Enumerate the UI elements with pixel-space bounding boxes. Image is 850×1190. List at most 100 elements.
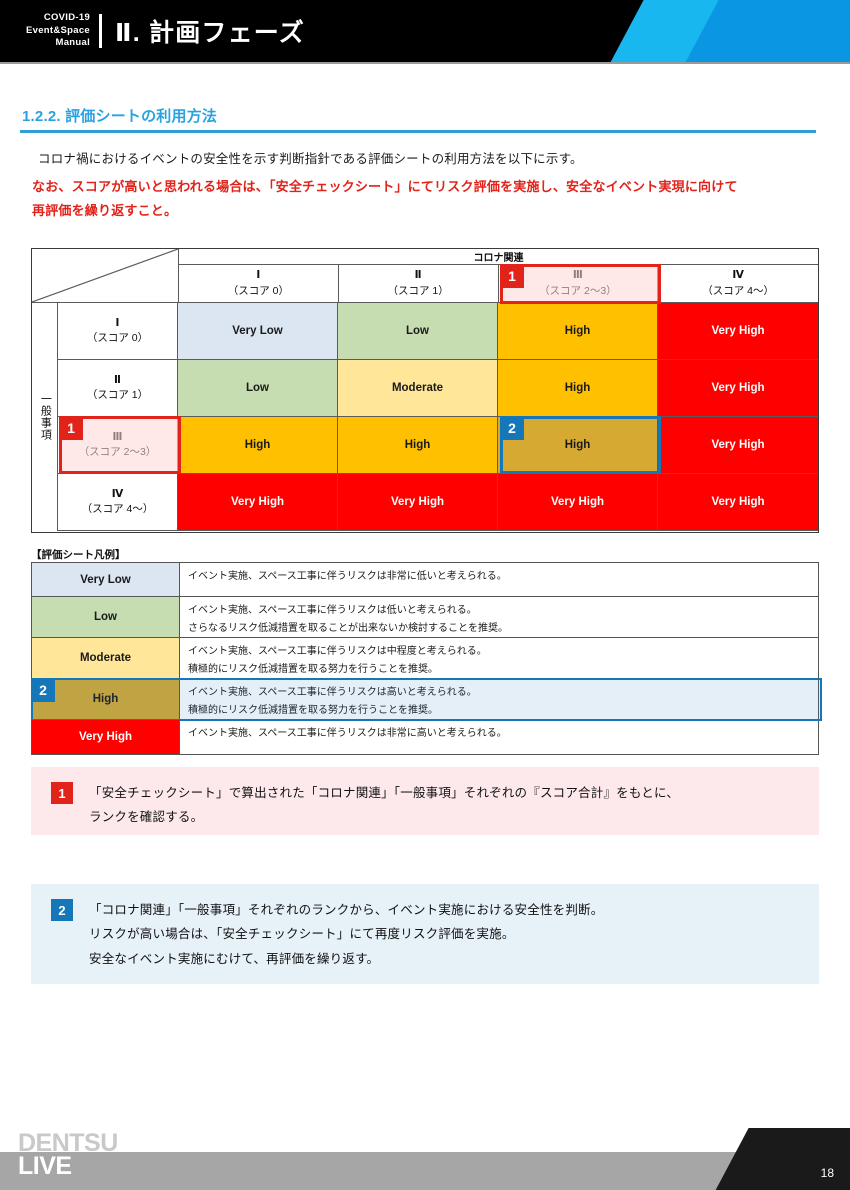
column-header-row: Ⅰ （スコア 0） Ⅱ （スコア 1） Ⅲ （スコア 2〜3） Ⅳ （スコア 4… bbox=[179, 265, 818, 303]
row-header-2: Ⅱ （スコア 1） bbox=[58, 360, 178, 417]
matrix-cell-r2c2: Moderate bbox=[338, 360, 498, 417]
section-underline bbox=[20, 130, 816, 133]
matrix-column-headers: コロナ関連 Ⅰ （スコア 0） Ⅱ （スコア 1） Ⅲ （スコア 2〜3） Ⅳ … bbox=[179, 249, 818, 303]
matrix-header-block: コロナ関連 Ⅰ （スコア 0） Ⅱ （スコア 1） Ⅲ （スコア 2〜3） Ⅳ … bbox=[32, 249, 818, 303]
matrix-cell-r1c3: High bbox=[498, 303, 658, 360]
warning-line-1: なお、スコアが高いと思われる場合は、「安全チェックシート」にてリスク評価を実施し… bbox=[32, 179, 738, 194]
legend-desc-high-line-1: イベント実施、スペース工事に伴うリスクは高いと考えられる。 bbox=[188, 687, 477, 698]
header-bottom-rule bbox=[0, 62, 850, 64]
legend-desc-very-high-line-1: イベント実施、スペース工事に伴うリスクは非常に高いと考えられる。 bbox=[188, 728, 507, 739]
legend-row-high: High イベント実施、スペース工事に伴うリスクは高いと考えられる。 積極的にリ… bbox=[30, 677, 822, 721]
matrix-cell-r1c1: Very Low bbox=[178, 303, 338, 360]
matrix-cell-r3c1: High bbox=[178, 417, 338, 474]
table-row: Ⅱ （スコア 1） Low Moderate High Very High bbox=[58, 360, 818, 417]
slide-page: COVID-19 Event&Space Manual Ⅱ. 計画フェーズ 1.… bbox=[0, 0, 850, 1190]
risk-matrix: コロナ関連 Ⅰ （スコア 0） Ⅱ （スコア 1） Ⅲ （スコア 2〜3） Ⅳ … bbox=[31, 248, 819, 533]
column-header-3-score: （スコア 2〜3） bbox=[539, 284, 617, 297]
table-row: Ⅲ （スコア 2〜3） High High High Very High bbox=[58, 417, 818, 474]
section-title: 1.2.2. 評価シートの利用方法 bbox=[22, 108, 218, 125]
matrix-cell-r2c3: High bbox=[498, 360, 658, 417]
diagonal-divider-icon bbox=[32, 249, 178, 302]
legend-label-very-low: Very Low bbox=[32, 563, 180, 596]
legend-label-very-high: Very High bbox=[32, 720, 180, 754]
callout-step-2: 2 「コロナ関連」「一般事項」それぞれのランクから、イベント実施における安全性を… bbox=[31, 884, 819, 984]
callout-2-line-1: 「コロナ関連」「一般事項」それぞれのランクから、イベント実施における安全性を判断… bbox=[89, 903, 604, 917]
page-header: COVID-19 Event&Space Manual Ⅱ. 計画フェーズ bbox=[0, 0, 850, 62]
manual-line-2: Event&Space bbox=[26, 24, 91, 36]
matrix-cell-r4c4: Very High bbox=[658, 474, 818, 531]
row-group-label-text: 一般事項 bbox=[39, 393, 52, 441]
column-header-4-roman: Ⅳ bbox=[732, 269, 744, 282]
legend-desc-very-low: イベント実施、スペース工事に伴うリスクは非常に低いと考えられる。 bbox=[180, 563, 818, 596]
logo-line-2: LIVE bbox=[18, 1152, 72, 1180]
callout-step-1: 1 「安全チェックシート」で算出された「コロナ関連」「一般事項」それぞれの『スコ… bbox=[31, 767, 819, 835]
callout-1-line-1: 「安全チェックシート」で算出された「コロナ関連」「一般事項」それぞれの『スコア合… bbox=[89, 786, 680, 800]
column-header-2-score: （スコア 1） bbox=[387, 284, 449, 297]
column-header-2-roman: Ⅱ bbox=[414, 269, 422, 282]
matrix-rows: Ⅰ （スコア 0） Very Low Low High Very High Ⅱ … bbox=[58, 303, 818, 531]
legend-row-moderate: Moderate イベント実施、スペース工事に伴うリスクは中程度と考えられる。 … bbox=[32, 638, 818, 679]
row-header-4: Ⅳ （スコア 4〜） bbox=[58, 474, 178, 531]
column-header-1: Ⅰ （スコア 0） bbox=[179, 265, 339, 303]
callout-1-text: 「安全チェックシート」で算出された「コロナ関連」「一般事項」それぞれの『スコア合… bbox=[89, 781, 680, 824]
callout-1-badge: 1 bbox=[51, 782, 73, 804]
table-row: Ⅳ （スコア 4〜） Very High Very High Very High… bbox=[58, 474, 818, 531]
column-header-4-score: （スコア 4〜） bbox=[702, 284, 774, 297]
matrix-cell-r3c2: High bbox=[338, 417, 498, 474]
callout-2-line-2: リスクが高い場合は、「安全チェックシート」にて再度リスク評価を実施。 bbox=[89, 927, 515, 942]
row-header-1: Ⅰ （スコア 0） bbox=[58, 303, 178, 360]
warning-paragraph: なお、スコアが高いと思われる場合は、「安全チェックシート」にてリスク評価を実施し… bbox=[32, 175, 738, 223]
column-group-label: コロナ関連 bbox=[179, 249, 818, 265]
badge-1-row: 1 bbox=[59, 416, 83, 440]
page-footer: DENTSU LIVE 18 bbox=[0, 1128, 850, 1190]
callout-2-badge: 2 bbox=[51, 899, 73, 921]
manual-line-3: Manual bbox=[55, 37, 91, 49]
row-group-label: 一般事項 bbox=[32, 303, 58, 531]
callout-1-line-2: ランクを確認する。 bbox=[89, 810, 204, 825]
row-header-2-score: （スコア 1） bbox=[86, 389, 149, 401]
matrix-cell-r2c1: Low bbox=[178, 360, 338, 417]
matrix-cell-r3c4: Very High bbox=[658, 417, 818, 474]
legend-desc-high-line-2: 積極的にリスク低減措置を取る努力を行うことを推奨。 bbox=[188, 704, 438, 716]
legend-title: 【評価シート凡例】 bbox=[31, 549, 126, 561]
header-divider bbox=[99, 14, 103, 48]
matrix-cell-r4c1: Very High bbox=[178, 474, 338, 531]
page-number: 18 bbox=[820, 1166, 834, 1180]
warning-line-2: 再評価を繰り返すこと。 bbox=[32, 203, 178, 219]
matrix-cell-r2c4: Very High bbox=[658, 360, 818, 417]
matrix-cell-r4c2: Very High bbox=[338, 474, 498, 531]
row-header-1-roman: Ⅰ bbox=[115, 316, 120, 329]
legend-desc-moderate-line-1: イベント実施、スペース工事に伴うリスクは中程度と考えられる。 bbox=[188, 646, 487, 657]
matrix-cell-r1c2: Low bbox=[338, 303, 498, 360]
row-header-4-roman: Ⅳ bbox=[111, 487, 124, 500]
callout-2-line-3: 安全なイベント実施にむけて、再評価を繰り返す。 bbox=[89, 951, 380, 966]
badge-2-matrix: 2 bbox=[500, 416, 524, 440]
matrix-cell-r4c3: Very High bbox=[498, 474, 658, 531]
matrix-body: 一般事項 Ⅰ （スコア 0） Very Low Low High Very Hi… bbox=[32, 303, 818, 531]
legend-desc-low-line-1: イベント実施、スペース工事に伴うリスクは低いと考えられる。 bbox=[188, 605, 477, 616]
column-header-4: Ⅳ （スコア 4〜） bbox=[658, 265, 818, 303]
manual-badge: COVID-19 Event&Space Manual bbox=[26, 12, 99, 50]
matrix-corner-cell bbox=[32, 249, 179, 303]
intro-paragraph: コロナ禍におけるイベントの安全性を示す判断指針である評価シートの利用方法を以下に… bbox=[38, 152, 583, 166]
legend-desc-high: イベント実施、スペース工事に伴うリスクは高いと考えられる。 積極的にリスク低減措… bbox=[180, 679, 818, 719]
legend-label-low: Low bbox=[32, 597, 180, 637]
row-header-3-score: （スコア 2〜3） bbox=[78, 446, 157, 458]
column-header-3-roman: Ⅲ bbox=[572, 269, 583, 282]
page-title: Ⅱ. 計画フェーズ bbox=[115, 19, 305, 47]
callout-2-text: 「コロナ関連」「一般事項」それぞれのランクから、イベント実施における安全性を判断… bbox=[89, 898, 603, 970]
legend-row-very-high: Very High イベント実施、スペース工事に伴うリスクは非常に高いと考えられ… bbox=[32, 720, 818, 754]
row-header-1-score: （スコア 0） bbox=[86, 332, 149, 344]
row-header-2-roman: Ⅱ bbox=[114, 373, 121, 386]
matrix-cell-r1c4: Very High bbox=[658, 303, 818, 360]
table-row: Ⅰ （スコア 0） Very Low Low High Very High bbox=[58, 303, 818, 360]
legend-desc-low: イベント実施、スペース工事に伴うリスクは低いと考えられる。 さらなるリスク低減措… bbox=[180, 597, 818, 637]
badge-1-column: 1 bbox=[500, 264, 524, 288]
legend-desc-moderate-line-2: 積極的にリスク低減措置を取る努力を行うことを推奨。 bbox=[188, 663, 438, 675]
header-content: COVID-19 Event&Space Manual Ⅱ. 計画フェーズ bbox=[26, 0, 305, 62]
badge-2-legend: 2 bbox=[31, 678, 55, 702]
legend-desc-very-low-line-1: イベント実施、スペース工事に伴うリスクは非常に低いと考えられる。 bbox=[188, 571, 507, 582]
legend-label-moderate: Moderate bbox=[32, 638, 180, 678]
column-header-2: Ⅱ （スコア 1） bbox=[338, 265, 499, 303]
column-header-1-roman: Ⅰ bbox=[256, 269, 261, 282]
